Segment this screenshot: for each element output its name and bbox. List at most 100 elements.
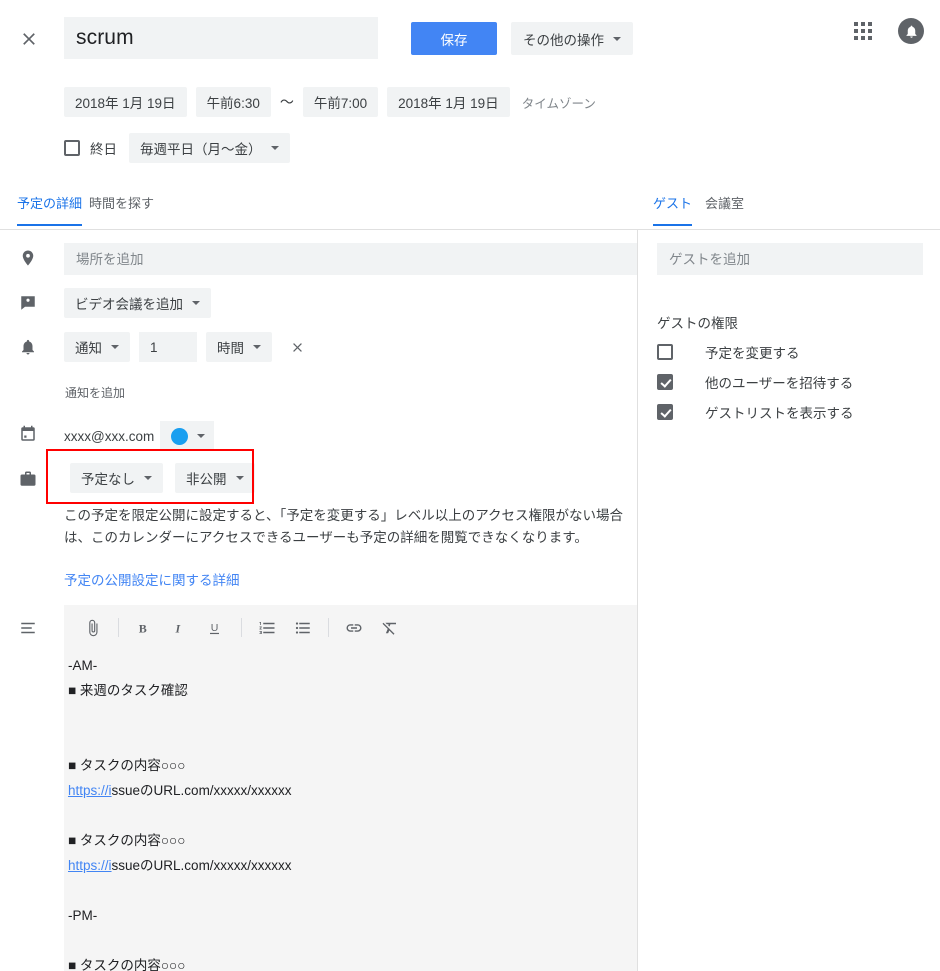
calendar-owner-row: xxxx@xxx.com: [64, 421, 215, 451]
permission-checkbox[interactable]: [657, 344, 673, 360]
chevron-down-icon: [111, 345, 119, 349]
permission-checkbox[interactable]: [657, 374, 673, 390]
description-line: -PM-: [68, 908, 98, 923]
add-video-conference-label: ビデオ会議を追加: [75, 297, 183, 312]
event-editor-page: 保存 その他の操作 2018年 1月 19日 午前6:30 〜 午前7:00 2…: [0, 0, 940, 971]
panel-divider: [637, 230, 638, 971]
permission-row-invite-others[interactable]: 他のユーザーを招待する: [657, 372, 853, 392]
add-notification-button[interactable]: 通知を追加: [65, 384, 125, 401]
recurrence-select[interactable]: 毎週平日（月〜金）: [129, 133, 290, 163]
svg-text:I: I: [175, 621, 182, 635]
left-tab-bar: 予定の詳細 時間を探す: [0, 193, 637, 229]
right-tab-divider: [637, 229, 940, 230]
chevron-down-icon: [144, 476, 152, 480]
svg-text:B: B: [139, 621, 147, 635]
more-actions-button[interactable]: その他の操作: [511, 22, 633, 55]
chevron-down-icon: [197, 434, 206, 438]
chevron-down-icon: [235, 476, 244, 480]
all-day-checkbox[interactable]: [64, 140, 80, 156]
notification-row: 通知 時間: [64, 332, 308, 362]
description-line: [68, 878, 633, 903]
description-url[interactable]: https://issueのURL.com/xxxxx/xxxxxx: [68, 858, 292, 873]
calendar-account-label: xxxx@xxx.com: [64, 428, 155, 444]
chevron-down-icon: [192, 301, 200, 305]
save-button-label: 保存: [440, 32, 468, 48]
add-video-conference-button[interactable]: ビデオ会議を追加: [64, 288, 211, 318]
toolbar-divider: [241, 618, 242, 637]
description-line: ■ タスクの内容○○○: [68, 833, 186, 848]
tab-event-details[interactable]: 予定の詳細: [17, 193, 83, 226]
save-button[interactable]: 保存: [411, 22, 497, 55]
permission-row-see-guest-list[interactable]: ゲストリストを表示する: [657, 402, 854, 422]
start-date-chip[interactable]: 2018年 1月 19日: [64, 87, 187, 117]
video-conference-icon: [17, 292, 39, 314]
description-line: -AM-: [68, 658, 98, 673]
event-color-dot: [171, 427, 189, 445]
toolbar-divider: [328, 618, 329, 637]
permission-checkbox[interactable]: [657, 404, 673, 420]
description-line: [68, 803, 633, 828]
add-guest-input[interactable]: [657, 243, 923, 275]
privacy-learn-more-link[interactable]: 予定の公開設定に関する詳細: [64, 569, 240, 589]
apps-grid-icon[interactable]: [852, 20, 874, 42]
notifications-bell-icon[interactable]: [898, 18, 924, 44]
description-line: [68, 703, 633, 728]
location-pin-icon: [17, 247, 39, 269]
timezone-button[interactable]: タイムゾーン: [522, 93, 596, 112]
svg-text:U: U: [211, 622, 219, 634]
briefcase-icon: [17, 468, 39, 490]
notification-type-label: 通知: [75, 341, 102, 356]
tab-rooms[interactable]: 会議室: [705, 193, 744, 224]
description-line: ■ 来週のタスク確認: [68, 683, 188, 698]
end-time-chip[interactable]: 午前7:00: [302, 87, 379, 117]
notification-type-select[interactable]: 通知: [64, 332, 130, 362]
description-line: [68, 728, 633, 753]
more-actions-label: その他の操作: [523, 32, 604, 48]
all-day-row: 終日 毎週平日（月〜金）: [64, 133, 290, 163]
guest-permissions-title: ゲストの権限: [657, 316, 738, 331]
availability-visibility-row: 予定なし 非公開: [70, 463, 255, 493]
description-line: https://issueのURL.com/xxxxx/xxxxxx: [68, 853, 633, 878]
link-icon[interactable]: [339, 613, 369, 643]
schedule-row: 2018年 1月 19日 午前6:30 〜 午前7:00 2018年 1月 19…: [64, 87, 596, 117]
italic-icon[interactable]: I: [165, 613, 195, 643]
description-body[interactable]: -AM- ■ 来週のタスク確認 ■ タスクの内容○○○ https://issueの…: [68, 653, 633, 971]
availability-label: 予定なし: [81, 472, 135, 487]
attach-icon[interactable]: [78, 613, 108, 643]
numbered-list-icon[interactable]: [252, 613, 282, 643]
location-input[interactable]: [64, 243, 637, 275]
bulleted-list-icon[interactable]: [288, 613, 318, 643]
permission-row-modify-event[interactable]: 予定を変更する: [657, 342, 800, 362]
start-time-chip[interactable]: 午前6:30: [195, 87, 271, 117]
chevron-down-icon: [613, 36, 621, 41]
permission-label: 予定を変更する: [705, 346, 800, 361]
bold-icon[interactable]: B: [129, 613, 159, 643]
tab-guests[interactable]: ゲスト: [653, 193, 693, 226]
availability-select[interactable]: 予定なし: [70, 463, 163, 493]
visibility-select[interactable]: 非公開: [175, 463, 255, 493]
permission-label: 他のユーザーを招待する: [705, 376, 854, 391]
notification-amount-input[interactable]: [139, 332, 197, 362]
toolbar-divider: [118, 618, 119, 637]
description-line: [68, 928, 633, 953]
underline-icon[interactable]: U: [201, 613, 231, 643]
event-color-select[interactable]: [160, 421, 215, 451]
right-tab-bar: ゲスト 会議室: [637, 193, 940, 229]
tab-find-time[interactable]: 時間を探す: [89, 193, 154, 224]
description-lines-icon: [17, 617, 39, 639]
description-editor[interactable]: B I U -AM- ■ 来週のタスク確認 ■ タスクの内容○○○ https:…: [64, 605, 637, 971]
clear-format-icon[interactable]: [375, 613, 405, 643]
description-line: https://issueのURL.com/xxxxx/xxxxxx: [68, 778, 633, 803]
bell-icon: [17, 336, 39, 358]
description-url[interactable]: https://issueのURL.com/xxxxx/xxxxxx: [68, 783, 292, 798]
calendar-icon: [17, 423, 39, 445]
editor-toolbar: B I U: [64, 605, 637, 650]
end-date-chip[interactable]: 2018年 1月 19日: [387, 87, 510, 117]
notification-unit-select[interactable]: 時間: [206, 332, 272, 362]
permission-label: ゲストリストを表示する: [705, 406, 854, 421]
close-icon[interactable]: [14, 24, 44, 54]
chevron-down-icon: [270, 146, 279, 150]
event-title-input[interactable]: [64, 17, 378, 59]
privacy-description-text: この予定を限定公開に設定すると、「予定を変更する」レベル以上のアクセス権限がない…: [64, 508, 624, 545]
remove-notification-icon[interactable]: [286, 336, 308, 358]
